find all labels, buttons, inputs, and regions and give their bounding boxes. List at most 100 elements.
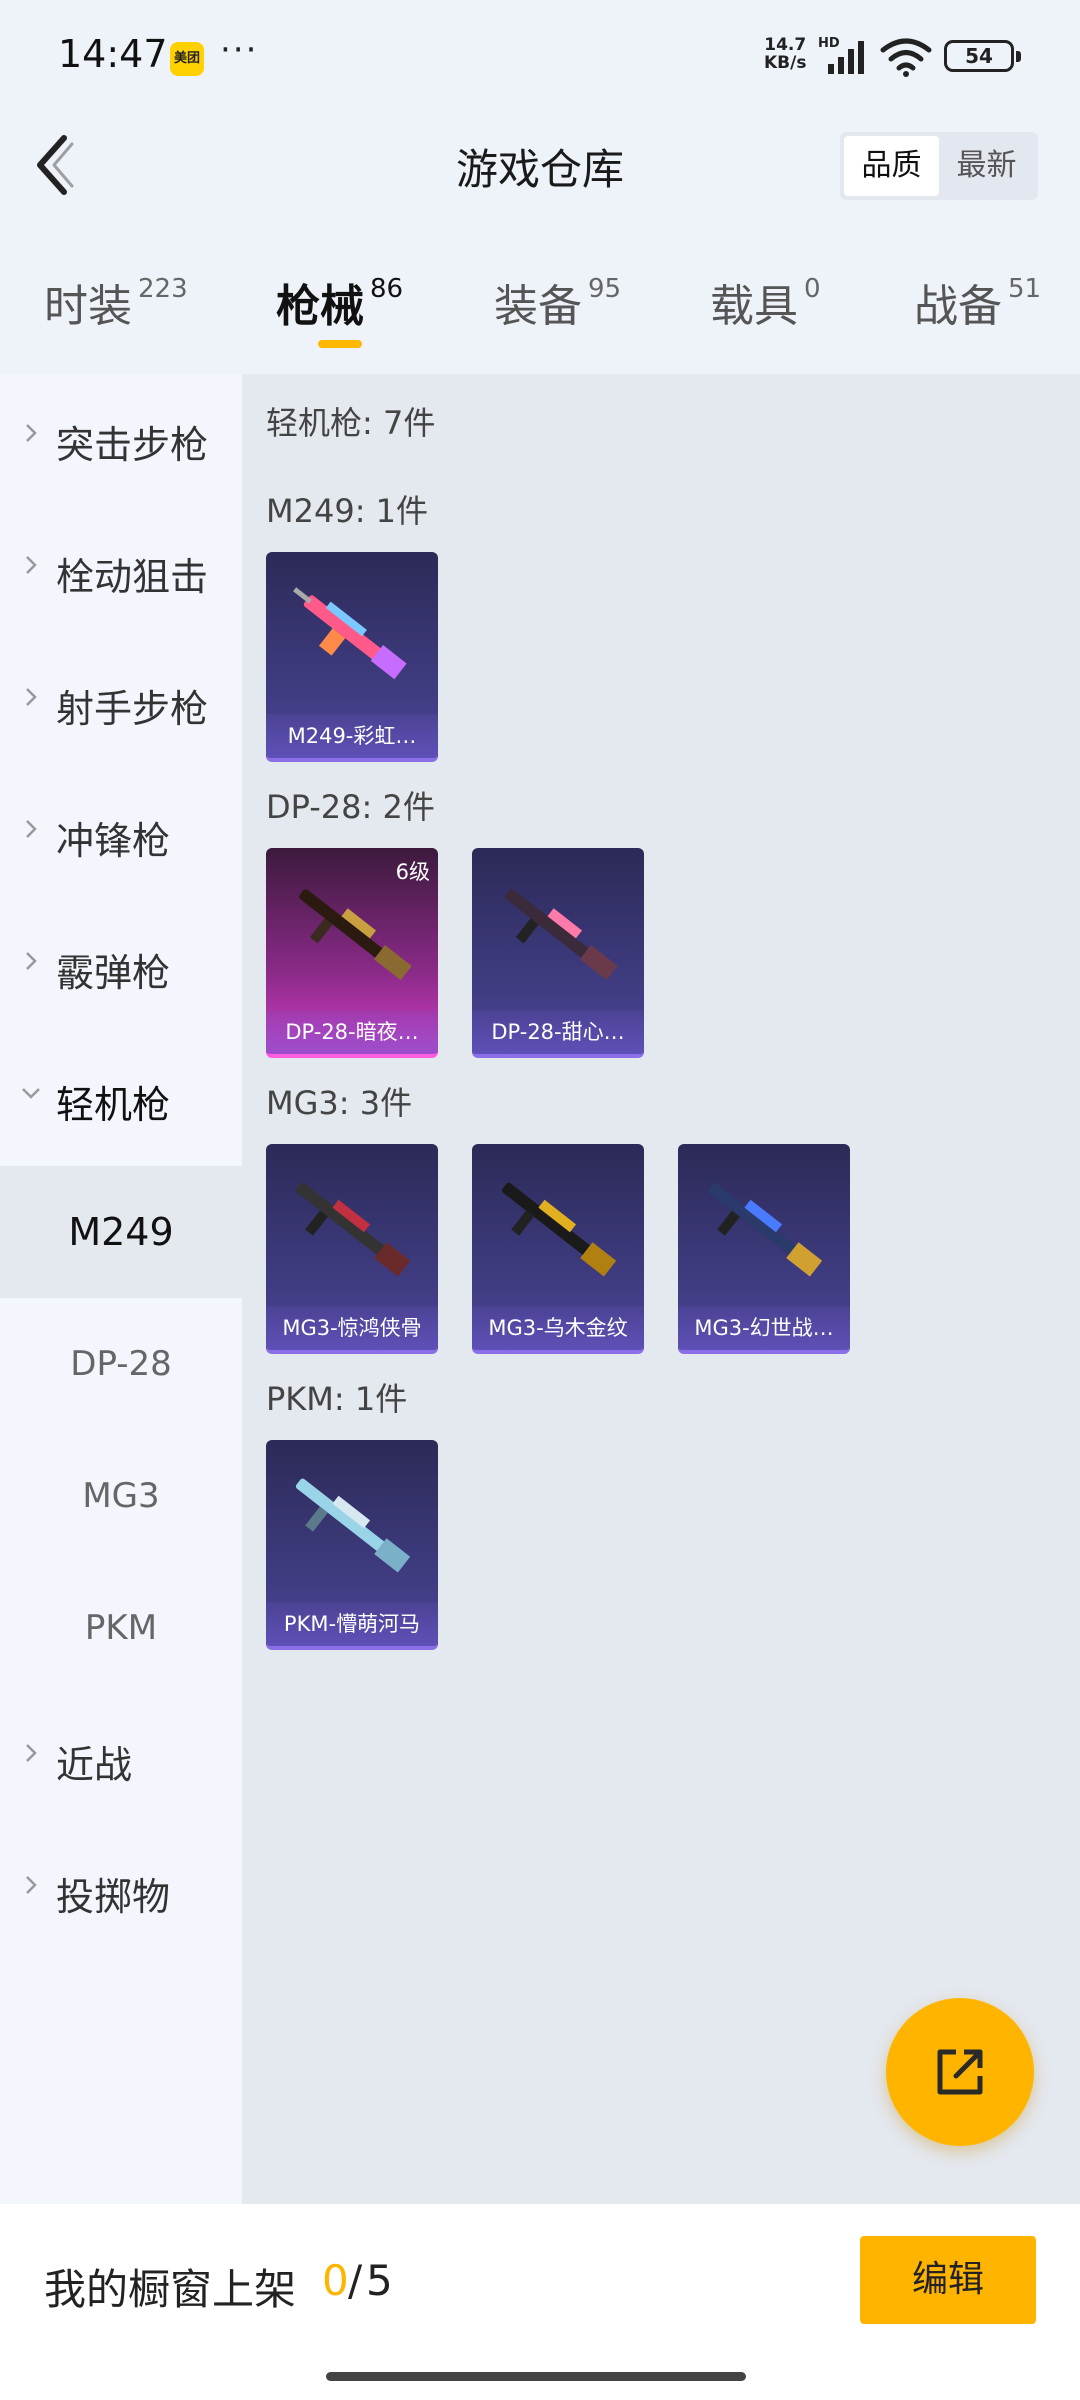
sidebar-item-bolt-action-snipers[interactable]: 栓动狙击 — [0, 506, 242, 638]
showcase-current-count: 0 — [322, 2256, 349, 2305]
share-fab-button[interactable] — [886, 1998, 1034, 2146]
sidebar-subitem-pkm[interactable]: PKM — [0, 1562, 242, 1694]
network-speed-unit: KB/s — [764, 53, 807, 73]
light-machine-gun-skin-icon — [295, 1182, 411, 1277]
item-name: DP-28-暗夜… — [266, 1010, 438, 1054]
tab-label: 装备 — [494, 281, 582, 332]
sidebar-subitem-label: MG3 — [82, 1476, 160, 1516]
tab-firearms[interactable]: 枪械 86 — [276, 270, 403, 350]
network-speed-value: 14.7 — [764, 35, 807, 55]
tab-combat-gear[interactable]: 战备 51 — [914, 270, 1041, 350]
item-card[interactable]: DP-28-甜心… — [472, 848, 644, 1058]
active-tab-indicator — [318, 340, 362, 348]
tab-count: 51 — [1008, 274, 1042, 304]
tab-label: 枪械 — [276, 281, 364, 332]
inventory-content: 轻机枪: 7件 M249: 1件 M249-彩虹… DP-28: 2件 6级 D… — [242, 374, 1080, 2204]
sidebar-item-smgs[interactable]: 冲锋枪 — [0, 770, 242, 902]
status-bar: 14:47 美团 ··· 14.7 KB/s HD 54 — [0, 0, 1080, 110]
chevron-right-icon — [26, 820, 37, 838]
sort-toggle: 品质 最新 — [840, 132, 1038, 200]
item-name: DP-28-甜心… — [472, 1010, 644, 1054]
network-speed: 14.7 KB/s — [764, 36, 806, 72]
sidebar-subitem-label: PKM — [84, 1608, 158, 1648]
light-machine-gun-skin-icon — [505, 889, 618, 981]
item-card[interactable]: PKM-懵萌河马 — [266, 1440, 438, 1650]
sidebar-item-label: 近战 — [56, 1743, 133, 1787]
sidebar-item-label: 栓动狙击 — [56, 555, 209, 599]
group-title-dp28: DP-28: 2件 — [266, 788, 435, 826]
chevron-right-icon — [26, 1876, 37, 1894]
sidebar-item-shotguns[interactable]: 霰弹枪 — [0, 902, 242, 1034]
light-machine-gun-skin-icon — [293, 587, 407, 680]
sidebar-item-label: 冲锋枪 — [56, 819, 171, 863]
app-notification-icon: 美团 — [170, 42, 204, 76]
sidebar-item-label: 突击步枪 — [56, 423, 209, 467]
bottom-bar: 我的橱窗上架 0 / 5 编辑 — [0, 2204, 1080, 2400]
sidebar-subitem-m249[interactable]: M249 — [0, 1166, 242, 1298]
chevron-down-icon — [22, 1088, 40, 1099]
sidebar-item-assault-rifles[interactable]: 突击步枪 — [0, 374, 242, 506]
item-level-badge: 6级 — [395, 860, 430, 884]
group-title-mg3: MG3: 3件 — [266, 1084, 413, 1122]
sidebar-item-lmgs[interactable]: 轻机枪 — [0, 1034, 242, 1166]
item-name: MG3-惊鸿侠骨 — [266, 1306, 438, 1350]
item-name: M249-彩虹… — [266, 714, 438, 758]
group-title-m249: M249: 1件 — [266, 492, 429, 530]
sidebar-subitem-dp28[interactable]: DP-28 — [0, 1298, 242, 1430]
sidebar-item-marksman-rifles[interactable]: 射手步枪 — [0, 638, 242, 770]
sidebar: 突击步枪 栓动狙击 射手步枪 冲锋枪 霰弹枪 轻机枪 M249 DP-28 MG… — [0, 374, 242, 2204]
sort-by-quality-button[interactable]: 品质 — [844, 136, 939, 196]
light-machine-gun-skin-icon — [501, 1182, 617, 1277]
item-name: MG3-乌木金纹 — [472, 1306, 644, 1350]
sidebar-subitem-label: M249 — [68, 1210, 174, 1254]
item-card[interactable]: MG3-惊鸿侠骨 — [266, 1144, 438, 1354]
showcase-separator: / — [348, 2256, 363, 2305]
tab-label: 载具 — [710, 281, 798, 332]
wifi-icon — [880, 38, 932, 77]
home-indicator[interactable] — [326, 2372, 746, 2381]
showcase-label: 我的橱窗上架 — [44, 2265, 297, 2314]
status-time: 14:47 — [58, 32, 168, 76]
tab-label: 战备 — [914, 281, 1002, 332]
chevron-right-icon — [26, 424, 37, 442]
item-name: MG3-幻世战… — [678, 1306, 850, 1350]
edit-button[interactable]: 编辑 — [860, 2236, 1036, 2324]
sidebar-item-label: 霰弹枪 — [56, 951, 171, 995]
battery-icon: 54 — [944, 40, 1021, 72]
tab-count: 0 — [804, 274, 821, 304]
item-card[interactable]: M249-彩虹… — [266, 552, 438, 762]
item-card[interactable]: MG3-幻世战… — [678, 1144, 850, 1354]
tab-count: 95 — [588, 274, 622, 304]
category-summary: 轻机枪: 7件 — [266, 404, 436, 442]
showcase-max-count: 5 — [366, 2256, 393, 2305]
sort-by-newest-button[interactable]: 最新 — [939, 136, 1034, 196]
top-nav: 游戏仓库 品质 最新 — [0, 110, 1080, 220]
sidebar-subitem-label: DP-28 — [70, 1344, 172, 1384]
chevron-right-icon — [26, 1744, 37, 1762]
more-notifications-icon: ··· — [220, 30, 259, 70]
tab-label: 时装 — [44, 281, 132, 332]
tab-count: 223 — [138, 274, 188, 304]
sidebar-item-label: 投掷物 — [56, 1875, 171, 1919]
category-tabs: 时装 223 枪械 86 装备 95 载具 0 战备 51 — [0, 250, 1080, 360]
external-link-icon — [937, 2049, 983, 2095]
item-card[interactable]: 6级 DP-28-暗夜… — [266, 848, 438, 1058]
item-card[interactable]: MG3-乌木金纹 — [472, 1144, 644, 1354]
light-machine-gun-skin-icon — [707, 1182, 823, 1277]
light-machine-gun-skin-icon — [295, 1478, 411, 1573]
sidebar-subitem-mg3[interactable]: MG3 — [0, 1430, 242, 1562]
tab-count: 86 — [370, 274, 404, 304]
tab-outfits[interactable]: 时装 223 — [44, 270, 188, 350]
item-name: PKM-懵萌河马 — [266, 1602, 438, 1646]
chevron-right-icon — [26, 688, 37, 706]
sidebar-item-label: 轻机枪 — [56, 1083, 171, 1127]
sidebar-item-throwables[interactable]: 投掷物 — [0, 1826, 242, 1958]
chevron-right-icon — [26, 952, 37, 970]
group-title-pkm: PKM: 1件 — [266, 1380, 408, 1418]
tab-equipment[interactable]: 装备 95 — [494, 270, 621, 350]
chevron-right-icon — [26, 556, 37, 574]
tab-vehicles[interactable]: 载具 0 — [710, 270, 821, 350]
sidebar-item-label: 射手步枪 — [56, 687, 209, 731]
sidebar-item-melee[interactable]: 近战 — [0, 1694, 242, 1826]
signal-icon — [828, 41, 864, 74]
